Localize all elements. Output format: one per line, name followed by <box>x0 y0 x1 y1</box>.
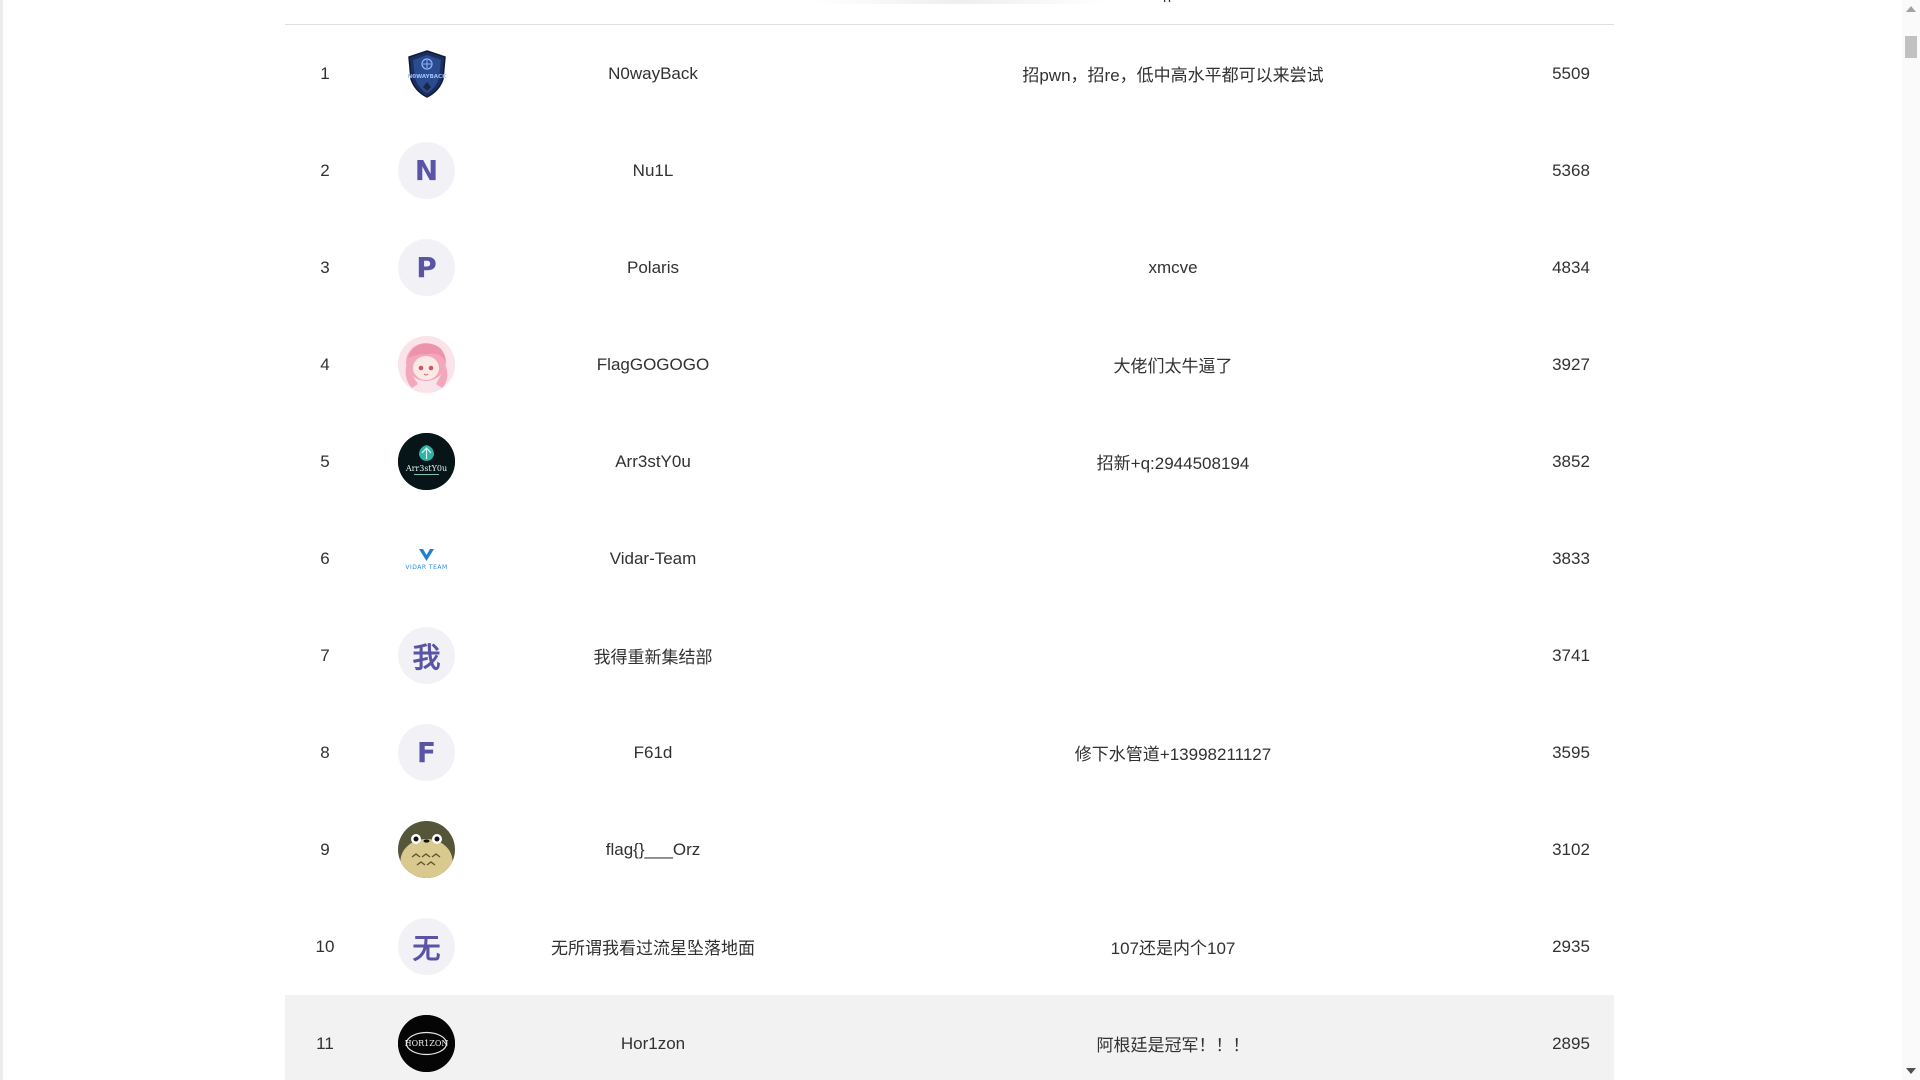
rank-cell: 4 <box>320 354 330 374</box>
team-name[interactable]: Nu1L <box>488 161 818 181</box>
avatar-cell <box>365 821 488 878</box>
vidar-logo-icon: VIDAR TEAM <box>398 530 455 587</box>
avatar-cell <box>365 336 488 393</box>
table-row[interactable]: 1 N0WAYBACK N0wayBack 招pwn，招re，低中高水平都可以来… <box>285 25 1614 122</box>
avatar-cell: 无 <box>365 918 488 975</box>
team-score: 3852 <box>1552 451 1590 471</box>
team-score: 2935 <box>1552 936 1590 956</box>
table-row[interactable]: 5 Arr3stY0u Arr3stY0u 招新+q:2944508194 38… <box>285 413 1614 510</box>
avatar-cell: Arr3stY0u <box>365 433 488 490</box>
team-motto: 大佬们太牛逼了 <box>1113 357 1233 376</box>
team-name[interactable]: N0wayBack <box>488 64 818 84</box>
rank-cell: 6 <box>320 548 330 568</box>
scoreboard-table: p 1 N0WAYBACK N0wayBack 招pwn，招re，低中 <box>285 0 1614 1080</box>
letter-avatar: 我 <box>398 627 455 684</box>
avatar-cell: F <box>365 724 488 781</box>
table-row[interactable]: 3 P Polaris xmcve 4834 <box>285 219 1614 316</box>
rank-cell: 1 <box>320 63 330 83</box>
team-motto: xmcve <box>1148 257 1198 277</box>
scroll-up-arrow-icon[interactable] <box>1906 6 1916 12</box>
avatar-cell: N <box>365 142 488 199</box>
scroll-down-arrow-icon[interactable] <box>1906 1068 1916 1074</box>
team-name[interactable]: Vidar-Team <box>488 549 818 569</box>
team-name[interactable]: FlagGOGOGO <box>488 355 818 375</box>
avatar-cell: N0WAYBACK <box>365 45 488 102</box>
team-score: 5368 <box>1552 160 1590 180</box>
table-header-divider: p <box>285 0 1614 25</box>
letter-avatar: 无 <box>398 918 455 975</box>
logo-text: VIDAR TEAM <box>405 564 447 571</box>
cut-header-glyph: p <box>1163 0 1171 2</box>
team-score: 5509 <box>1552 63 1590 83</box>
avatar-cell: 我 <box>365 627 488 684</box>
team-name[interactable]: Polaris <box>488 258 818 278</box>
team-name[interactable]: Arr3stY0u <box>488 452 818 472</box>
horizon-logo-icon: HOR1ZON <box>398 1015 455 1072</box>
avatar-cell: HOR1ZON <box>365 1015 488 1072</box>
letter-avatar: P <box>398 239 455 296</box>
team-score: 3833 <box>1552 548 1590 568</box>
scrollbar-thumb[interactable] <box>1905 36 1917 58</box>
rank-cell: 10 <box>315 936 335 956</box>
table-row[interactable]: 10 无 无所谓我看过流星坠落地面 107还是内个107 2935 <box>285 898 1614 995</box>
team-score: 3595 <box>1552 742 1590 762</box>
team-score: 3102 <box>1552 839 1590 859</box>
team-name[interactable]: flag{}___Orz <box>488 840 818 860</box>
table-row[interactable]: 9 flag{}___Orz 3102 <box>285 801 1614 898</box>
rank-cell: 11 <box>316 1033 334 1053</box>
logo-text: N0WAYBACK <box>407 74 446 80</box>
table-row[interactable]: 7 我 我得重新集结部 3741 <box>285 607 1614 704</box>
left-edge <box>0 0 3 1080</box>
table-row[interactable]: 8 F F61d 修下水管道+13998211127 3595 <box>285 704 1614 801</box>
team-name[interactable]: Hor1zon <box>488 1034 818 1054</box>
anime-girl-icon <box>398 336 455 393</box>
avatar-cell: P <box>365 239 488 296</box>
letter-avatar: N <box>398 142 455 199</box>
totoro-icon <box>398 821 455 878</box>
vertical-scrollbar[interactable] <box>1902 0 1920 1080</box>
rank-cell: 7 <box>320 645 330 665</box>
team-name[interactable]: 我得重新集结部 <box>488 643 818 668</box>
scoreboard-page: p 1 N0WAYBACK N0wayBack 招pwn，招re，低中 <box>0 0 1920 1080</box>
rank-cell: 2 <box>320 160 330 180</box>
logo-text: Arr3stY0u <box>405 464 447 473</box>
table-row[interactable]: 2 N Nu1L 5368 <box>285 122 1614 219</box>
avatar-cell: VIDAR TEAM <box>365 530 488 587</box>
team-logo-icon: Arr3stY0u <box>398 433 455 490</box>
letter-avatar: F <box>398 724 455 781</box>
faded-header-bar <box>815 0 1105 4</box>
rank-cell: 9 <box>320 839 330 859</box>
team-name[interactable]: F61d <box>488 743 818 763</box>
rank-cell: 8 <box>320 742 330 762</box>
team-name[interactable]: 无所谓我看过流星坠落地面 <box>488 934 818 959</box>
shield-logo-icon: N0WAYBACK <box>398 45 455 102</box>
team-motto: 招新+q:2944508194 <box>1096 454 1250 473</box>
team-score: 3927 <box>1552 354 1590 374</box>
team-motto: 107还是内个107 <box>1110 939 1236 958</box>
table-row[interactable]: 4 FlagGOGOGO 大佬们太牛逼了 3927 <box>285 316 1614 413</box>
rank-cell: 3 <box>320 257 330 277</box>
team-motto: 修下水管道+13998211127 <box>1074 745 1272 764</box>
team-score: 4834 <box>1552 257 1590 277</box>
logo-text: HOR1ZON <box>405 1039 449 1048</box>
rank-cell: 5 <box>320 451 330 471</box>
team-motto: 招pwn，招re，低中高水平都可以来尝试 <box>1022 66 1324 85</box>
team-motto: 阿根廷是冠军！！！ <box>1096 1036 1250 1055</box>
team-score: 3741 <box>1552 645 1590 665</box>
table-row-hovered[interactable]: 11 HOR1ZON Hor1zon 阿根廷是冠军！！！ 2895 <box>285 995 1614 1080</box>
table-row[interactable]: 6 VIDAR TEAM Vidar-Team 3833 <box>285 510 1614 607</box>
team-score: 2895 <box>1552 1033 1590 1053</box>
